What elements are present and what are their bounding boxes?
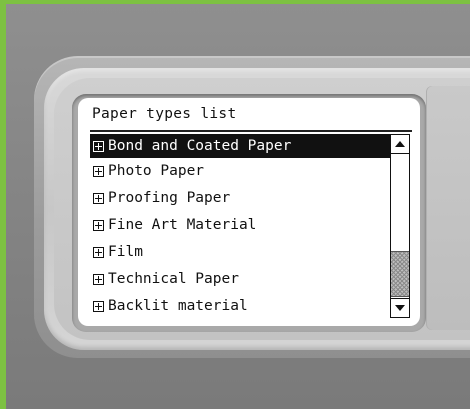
list-item-label: Technical Paper [108, 271, 239, 287]
expand-plus-icon[interactable] [93, 300, 104, 312]
expand-plus-icon[interactable] [93, 140, 104, 152]
list-item[interactable]: Fine Art Material [90, 213, 390, 237]
expand-plus-icon[interactable] [93, 165, 104, 177]
list-item-label: Film [108, 244, 143, 260]
list-item-label: Bond and Coated Paper [108, 138, 292, 154]
list-item-label: Backlit material [108, 298, 248, 314]
list-item[interactable]: Film [90, 240, 390, 264]
paper-types-list: Bond and Coated Paper Photo Paper Proofi… [90, 134, 390, 316]
vertical-scrollbar[interactable] [390, 134, 410, 318]
title-divider [90, 130, 412, 132]
expand-plus-icon[interactable] [93, 219, 104, 231]
expand-plus-icon[interactable] [93, 192, 104, 204]
list-item-label: Photo Paper [108, 163, 205, 179]
list-item-label: Proofing Paper [108, 190, 231, 206]
scroll-down-button[interactable] [391, 298, 409, 317]
scroll-thumb[interactable] [391, 251, 409, 297]
scroll-up-arrow-icon [395, 141, 405, 147]
scroll-up-button[interactable] [391, 135, 409, 154]
list-item-label: Fine Art Material [108, 217, 257, 233]
scroll-down-arrow-icon [395, 305, 405, 311]
list-item[interactable]: Technical Paper [90, 267, 390, 291]
list-item[interactable]: Bond and Coated Paper [90, 134, 390, 158]
front-panel-screen: Paper types list Bond and Coated Paper P… [78, 98, 420, 326]
list-item[interactable]: Proofing Paper [90, 186, 390, 210]
list-item[interactable]: Backlit material [90, 294, 390, 316]
side-panel [426, 86, 470, 330]
device-frame: Paper types list Bond and Coated Paper P… [6, 4, 470, 409]
expand-plus-icon[interactable] [93, 273, 104, 285]
panel-title: Paper types list [92, 106, 237, 122]
expand-plus-icon[interactable] [93, 246, 104, 258]
list-item[interactable]: Photo Paper [90, 159, 390, 183]
